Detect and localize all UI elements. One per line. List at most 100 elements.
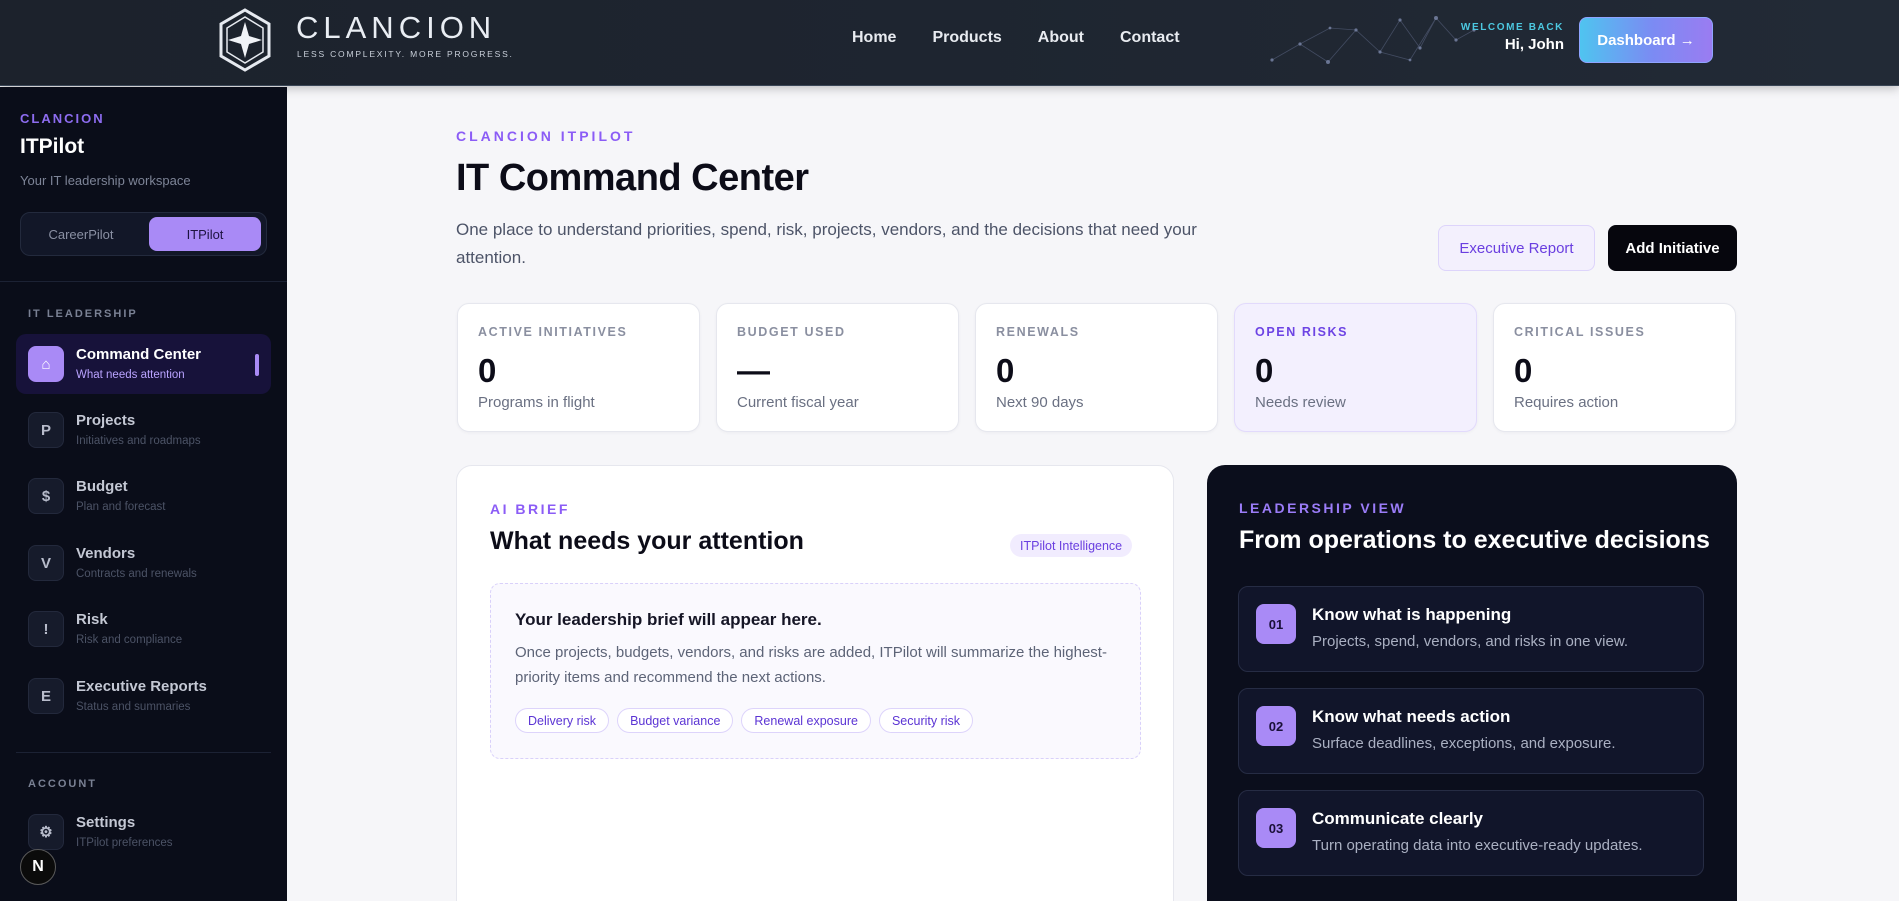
stat-label: BUDGET USED xyxy=(737,325,846,339)
active-indicator xyxy=(255,354,259,376)
sidebar-title: ITPilot xyxy=(20,135,85,158)
sidebar-divider xyxy=(0,281,287,282)
stat-subtext: Programs in flight xyxy=(478,394,595,411)
leadership-card: 02 Know what needs action Surface deadli… xyxy=(1238,688,1704,774)
leadership-card: 03 Communicate clearly Turn operating da… xyxy=(1238,790,1704,876)
section-account: ACCOUNT xyxy=(28,778,97,790)
welcome-block: WELCOME BACK Hi, John xyxy=(1440,22,1564,53)
home-icon: ⌂ xyxy=(28,346,64,382)
sidebar-item-executive-reports[interactable]: E Executive Reports Status and summaries xyxy=(16,666,271,726)
stat-label: ACTIVE INITIATIVES xyxy=(478,325,628,339)
nextjs-dev-badge-icon[interactable]: N xyxy=(20,849,56,885)
stat-card-open-risks: OPEN RISKS 0 Needs review xyxy=(1234,303,1477,432)
card-text: Turn operating data into executive-ready… xyxy=(1312,837,1643,854)
stat-label: RENEWALS xyxy=(996,325,1080,339)
brand-tagline: LESS COMPLEXITY. MORE PROGRESS. xyxy=(297,49,514,59)
gear-icon: ⚙ xyxy=(28,814,64,850)
sidebar-item-label: Budget xyxy=(76,478,128,495)
sidebar-divider xyxy=(16,752,271,753)
sidebar-item-label: Settings xyxy=(76,814,136,831)
leadership-view-panel: LEADERSHIP VIEW From operations to execu… xyxy=(1207,465,1737,901)
switch-careerpilot[interactable]: CareerPilot xyxy=(25,217,137,251)
sidebar-item-label: Vendors xyxy=(76,545,136,562)
clancion-logo-icon[interactable] xyxy=(218,8,272,72)
chip-budget-variance[interactable]: Budget variance xyxy=(617,708,734,733)
projects-icon: P xyxy=(28,412,64,448)
switch-itpilot[interactable]: ITPilot xyxy=(149,217,261,251)
sidebar: CLANCION ITPilot Your IT leadership work… xyxy=(0,87,287,901)
stat-value: 0 xyxy=(1514,352,1533,389)
step-number: 01 xyxy=(1256,604,1296,644)
sidebar-item-settings[interactable]: ⚙ Settings ITPilot preferences xyxy=(16,802,271,862)
sidebar-item-desc: Plan and forecast xyxy=(76,501,166,513)
nav-contact[interactable]: Contact xyxy=(1120,29,1180,47)
sidebar-brand: CLANCION xyxy=(20,111,105,126)
sidebar-subtitle: Your IT leadership workspace xyxy=(20,173,191,188)
top-navbar: CLANCION LESS COMPLEXITY. MORE PROGRESS.… xyxy=(0,0,1899,86)
ai-brief-card: AI BRIEF What needs your attention ITPil… xyxy=(456,465,1174,901)
sidebar-item-desc: Contracts and renewals xyxy=(76,568,197,580)
product-switcher: CareerPilot ITPilot xyxy=(20,212,267,256)
risk-icon: ! xyxy=(28,611,64,647)
add-initiative-button[interactable]: Add Initiative xyxy=(1608,225,1737,271)
user-greeting: Hi, John xyxy=(1504,36,1564,53)
card-title: Know what is happening xyxy=(1312,605,1512,624)
welcome-label: WELCOME BACK xyxy=(1460,22,1564,33)
brief-placeholder: Your leadership brief will appear here. … xyxy=(490,583,1141,759)
stat-subtext: Current fiscal year xyxy=(737,394,859,411)
sidebar-item-risk[interactable]: ! Risk Risk and compliance xyxy=(16,599,271,659)
leadership-title: From operations to executive decisions xyxy=(1239,526,1710,554)
stat-subtext: Requires action xyxy=(1514,394,1619,411)
sidebar-item-command-center[interactable]: ⌂ Command Center What needs attention xyxy=(16,334,271,394)
card-title: Communicate clearly xyxy=(1312,809,1484,828)
nav-about[interactable]: About xyxy=(1038,29,1084,47)
ai-brief-title: What needs your attention xyxy=(490,527,804,555)
stat-card-budget-used: BUDGET USED — Current fiscal year xyxy=(716,303,959,432)
stat-label: CRITICAL ISSUES xyxy=(1514,325,1646,339)
stat-value: 0 xyxy=(996,352,1015,389)
sidebar-item-desc: Risk and compliance xyxy=(76,634,183,646)
step-number: 02 xyxy=(1256,706,1296,746)
stat-subtext: Needs review xyxy=(1255,394,1346,411)
placeholder-title: Your leadership brief will appear here. xyxy=(515,610,822,629)
stat-value: 0 xyxy=(1255,352,1274,389)
stat-label: OPEN RISKS xyxy=(1255,325,1349,339)
stat-card-renewals: RENEWALS 0 Next 90 days xyxy=(975,303,1218,432)
chip-security-risk[interactable]: Security risk xyxy=(878,708,974,733)
step-number: 03 xyxy=(1256,808,1296,848)
sidebar-item-budget[interactable]: $ Budget Plan and forecast xyxy=(16,466,271,526)
budget-icon: $ xyxy=(28,478,64,514)
placeholder-text: Once projects, budgets, vendors, and ris… xyxy=(515,644,1107,686)
dashboard-button[interactable]: Dashboard → xyxy=(1579,17,1713,63)
sidebar-item-desc: Status and summaries xyxy=(76,701,191,713)
brand-name: CLANCION xyxy=(296,10,497,45)
nav-home[interactable]: Home xyxy=(852,29,896,47)
reports-icon: E xyxy=(28,678,64,714)
chip-renewal-exposure[interactable]: Renewal exposure xyxy=(741,708,871,733)
ai-brief-eyebrow: AI BRIEF xyxy=(490,501,570,517)
page-title: IT Command Center xyxy=(456,157,809,199)
topic-chips: Delivery risk Budget variance Renewal ex… xyxy=(515,708,974,733)
sidebar-item-desc: Initiatives and roadmaps xyxy=(76,435,201,447)
page-description: One place to understand priorities, spen… xyxy=(456,220,1197,267)
main-nav: Home Products About Contact xyxy=(852,29,1216,47)
sidebar-item-label: Risk xyxy=(76,611,108,628)
sidebar-item-desc: ITPilot preferences xyxy=(76,837,173,849)
section-it-leadership: IT LEADERSHIP xyxy=(28,308,138,320)
leadership-card: 01 Know what is happening Projects, spen… xyxy=(1238,586,1704,672)
stat-card-critical-issues: CRITICAL ISSUES 0 Requires action xyxy=(1493,303,1736,432)
card-text: Projects, spend, vendors, and risks in o… xyxy=(1312,633,1628,650)
sidebar-item-projects[interactable]: P Projects Initiatives and roadmaps xyxy=(16,400,271,460)
leadership-eyebrow: LEADERSHIP VIEW xyxy=(1239,500,1407,516)
nav-products[interactable]: Products xyxy=(932,29,1001,47)
itpilot-intelligence-badge: ITPilot Intelligence xyxy=(1010,534,1133,557)
stat-value: — xyxy=(737,352,770,389)
vendors-icon: V xyxy=(28,545,64,581)
executive-report-button[interactable]: Executive Report xyxy=(1438,225,1595,271)
sidebar-item-vendors[interactable]: V Vendors Contracts and renewals xyxy=(16,533,271,593)
chip-delivery-risk[interactable]: Delivery risk xyxy=(515,708,610,733)
stat-card-active-initiatives: ACTIVE INITIATIVES 0 Programs in flight xyxy=(457,303,700,432)
sidebar-item-label: Command Center xyxy=(76,346,202,363)
card-title: Know what needs action xyxy=(1312,707,1511,726)
card-text: Surface deadlines, exceptions, and expos… xyxy=(1312,735,1616,752)
